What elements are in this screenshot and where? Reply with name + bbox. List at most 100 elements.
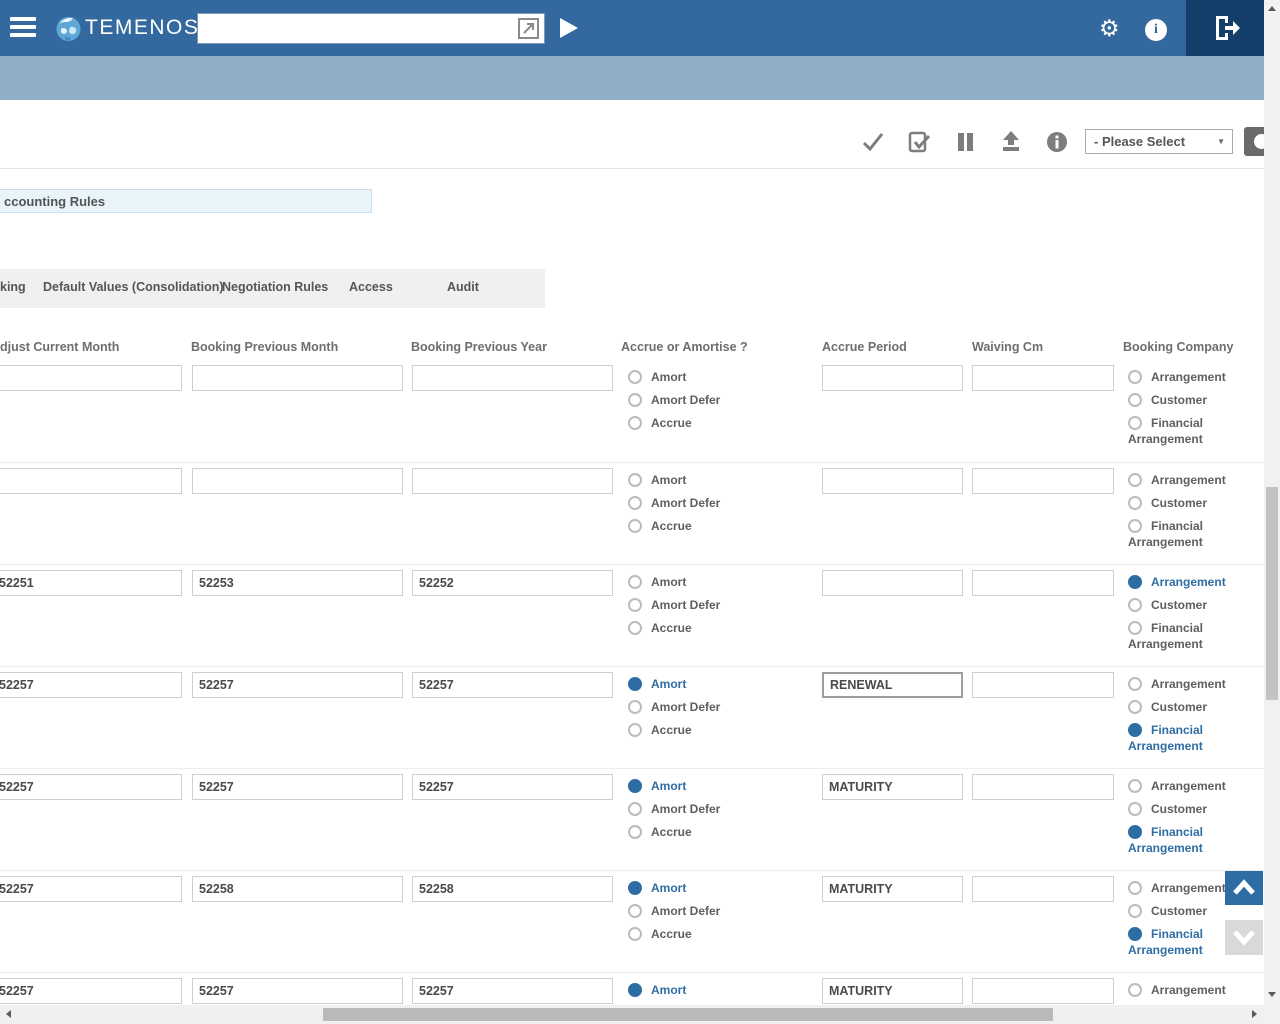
accrue-period-input[interactable] [822, 978, 963, 1004]
booking-previous-month-input[interactable] [192, 774, 403, 800]
tab-audit[interactable]: Audit [447, 280, 479, 294]
booking-previous-year-input[interactable] [412, 468, 613, 494]
booking-previous-year-input[interactable] [412, 876, 613, 902]
radio-circle-icon[interactable] [1128, 825, 1142, 839]
radio-circle-icon[interactable] [1128, 983, 1142, 997]
radio-circle-icon[interactable] [628, 473, 642, 487]
accrue-option-radio[interactable]: Accrue [628, 926, 808, 942]
run-command-icon[interactable] [556, 16, 580, 40]
radio-circle-icon[interactable] [628, 416, 642, 430]
vertical-scrollbar-thumb[interactable] [1266, 487, 1278, 700]
accrue-option-radio[interactable]: Amort Defer [628, 801, 808, 817]
booking-previous-year-input[interactable] [412, 570, 613, 596]
company-option-radio[interactable]: Customer [1128, 495, 1262, 511]
company-option-radio[interactable]: Arrangement [1128, 574, 1262, 590]
commit-check-icon[interactable] [861, 130, 885, 154]
accrue-option-radio[interactable]: Accrue [628, 415, 808, 431]
radio-circle-icon[interactable] [1128, 723, 1142, 737]
company-option-radio[interactable]: Arrangement [1128, 369, 1262, 385]
company-option-radio[interactable]: Financial Arrangement [1128, 824, 1262, 856]
radio-circle-icon[interactable] [1128, 677, 1142, 691]
company-option-radio[interactable]: Arrangement [1128, 982, 1262, 998]
scrollbar-right-arrow-icon[interactable] [1252, 1010, 1257, 1018]
company-option-radio[interactable]: Customer [1128, 903, 1262, 919]
waiving-cm-input[interactable] [972, 365, 1114, 391]
radio-circle-icon[interactable] [1128, 416, 1142, 430]
waiving-cm-input[interactable] [972, 672, 1114, 698]
menu-icon[interactable] [10, 17, 36, 39]
toolbar-info-icon[interactable] [1045, 130, 1069, 154]
radio-circle-icon[interactable] [1128, 393, 1142, 407]
vertical-scrollbar[interactable] [1264, 0, 1280, 1024]
action-select-dropdown[interactable]: - Please Select ▼ [1085, 129, 1233, 154]
radio-circle-icon[interactable] [628, 575, 642, 589]
accrue-option-radio[interactable]: Amort [628, 880, 808, 896]
company-option-radio[interactable]: Financial Arrangement [1128, 722, 1262, 754]
company-option-radio[interactable]: Arrangement [1128, 676, 1262, 692]
accrue-option-radio[interactable]: Amort [628, 676, 808, 692]
tab-access[interactable]: Access [349, 280, 393, 294]
horizontal-scrollbar-thumb[interactable] [323, 1008, 1053, 1021]
adjust-current-month-input[interactable] [0, 978, 182, 1004]
adjust-current-month-input[interactable] [0, 876, 182, 902]
adjust-current-month-input[interactable] [0, 365, 182, 391]
settings-gear-icon[interactable]: ⚙ [1099, 17, 1120, 40]
waiving-cm-input[interactable] [972, 774, 1114, 800]
accrue-option-radio[interactable]: Amort Defer [628, 699, 808, 715]
radio-circle-icon[interactable] [628, 825, 642, 839]
radio-circle-icon[interactable] [628, 927, 642, 941]
radio-circle-icon[interactable] [628, 496, 642, 510]
accrue-option-radio[interactable]: Amort Defer [628, 392, 808, 408]
radio-circle-icon[interactable] [628, 802, 642, 816]
company-option-radio[interactable]: Arrangement [1128, 778, 1262, 794]
booking-previous-year-input[interactable] [412, 978, 613, 1004]
radio-circle-icon[interactable] [628, 598, 642, 612]
booking-previous-year-input[interactable] [412, 365, 613, 391]
radio-circle-icon[interactable] [628, 881, 642, 895]
radio-circle-icon[interactable] [628, 779, 642, 793]
radio-circle-icon[interactable] [628, 677, 642, 691]
accrue-option-radio[interactable]: Amort Defer [628, 903, 808, 919]
accrue-period-input[interactable] [822, 570, 963, 596]
radio-circle-icon[interactable] [1128, 598, 1142, 612]
radio-circle-icon[interactable] [1128, 473, 1142, 487]
radio-circle-icon[interactable] [628, 621, 642, 635]
booking-previous-year-input[interactable] [412, 672, 613, 698]
radio-circle-icon[interactable] [628, 983, 642, 997]
accrue-option-radio[interactable]: Accrue [628, 824, 808, 840]
scroll-to-bottom-button[interactable] [1225, 920, 1263, 955]
company-option-radio[interactable]: Financial Arrangement [1128, 415, 1262, 447]
accrue-option-radio[interactable]: Accrue [628, 620, 808, 636]
header-info-icon[interactable]: i [1145, 19, 1167, 41]
accrue-option-radio[interactable]: Amort [628, 472, 808, 488]
company-option-radio[interactable]: Customer [1128, 392, 1262, 408]
booking-previous-month-input[interactable] [192, 672, 403, 698]
radio-circle-icon[interactable] [1128, 779, 1142, 793]
radio-circle-icon[interactable] [1128, 927, 1142, 941]
booking-previous-month-input[interactable] [192, 365, 403, 391]
radio-circle-icon[interactable] [1128, 904, 1142, 918]
accrue-period-input[interactable] [822, 774, 963, 800]
tab-negotiation-rules[interactable]: Negotiation Rules [222, 280, 328, 294]
company-option-radio[interactable]: Customer [1128, 801, 1262, 817]
scrollbar-down-arrow-icon[interactable] [1268, 992, 1276, 997]
accrue-option-radio[interactable]: Amort Defer [628, 597, 808, 613]
adjust-current-month-input[interactable] [0, 672, 182, 698]
booking-previous-month-input[interactable] [192, 468, 403, 494]
radio-circle-icon[interactable] [1128, 370, 1142, 384]
hold-pause-icon[interactable] [954, 130, 978, 154]
radio-circle-icon[interactable] [628, 393, 642, 407]
horizontal-scrollbar[interactable] [0, 1005, 1264, 1024]
adjust-current-month-input[interactable] [0, 570, 182, 596]
company-option-radio[interactable]: Customer [1128, 699, 1262, 715]
scroll-to-top-button[interactable] [1225, 871, 1263, 905]
adjust-current-month-input[interactable] [0, 774, 182, 800]
accrue-option-radio[interactable]: Amort [628, 574, 808, 590]
waiving-cm-input[interactable] [972, 570, 1114, 596]
accrue-option-radio[interactable]: Amort [628, 982, 808, 998]
waiving-cm-input[interactable] [972, 468, 1114, 494]
accrue-period-input[interactable] [822, 468, 963, 494]
company-option-radio[interactable]: Customer [1128, 597, 1262, 613]
booking-previous-month-input[interactable] [192, 978, 403, 1004]
radio-circle-icon[interactable] [628, 370, 642, 384]
